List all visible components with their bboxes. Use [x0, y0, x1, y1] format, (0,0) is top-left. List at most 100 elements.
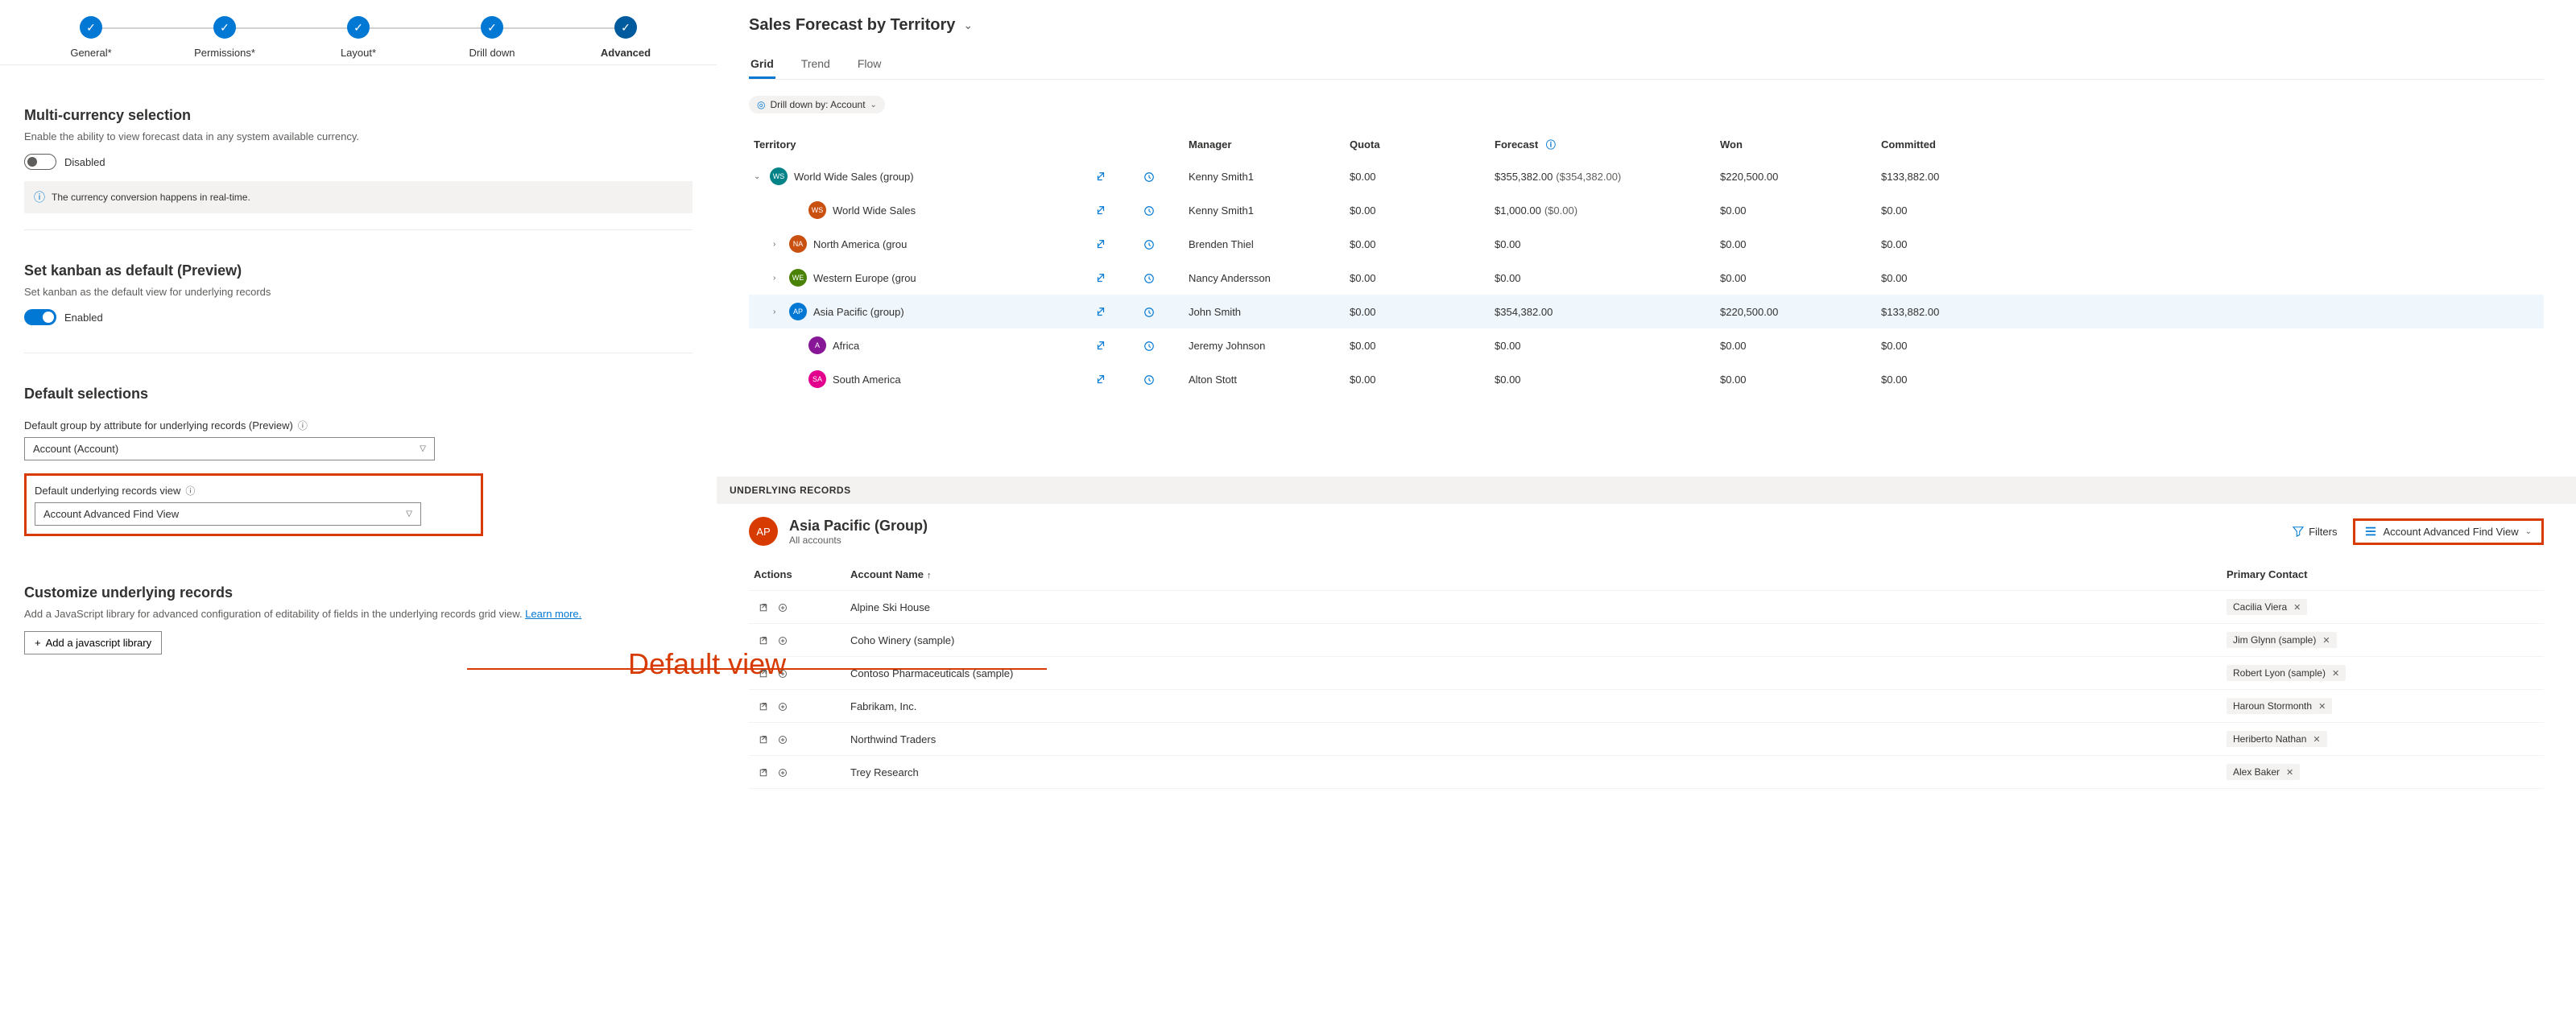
record-row[interactable]: Fabrikam, Inc.Haroun Stormonth✕	[749, 690, 2544, 723]
col-quota[interactable]: Quota	[1345, 130, 1490, 159]
add-icon[interactable]	[773, 733, 792, 745]
remove-icon[interactable]: ✕	[2313, 734, 2320, 745]
history-icon[interactable]	[1140, 305, 1158, 317]
open-icon[interactable]	[754, 634, 773, 646]
step-drilldown[interactable]: ✓ Drill down	[425, 16, 559, 59]
history-icon[interactable]	[1140, 271, 1158, 283]
col-forecast[interactable]: Forecast	[1495, 138, 1538, 151]
contact-chip[interactable]: Jim Glynn (sample)✕	[2227, 632, 2337, 648]
contact-chip[interactable]: Cacilia Viera✕	[2227, 599, 2307, 615]
forecast-row[interactable]: SASouth AmericaAlton Stott$0.00$0.00$0.0…	[749, 362, 2544, 396]
select-value: Account Advanced Find View	[43, 508, 179, 520]
group-by-select[interactable]: Account (Account) ▽	[24, 437, 435, 460]
col-manager[interactable]: Manager	[1184, 130, 1345, 159]
expand-icon[interactable]: ⌄	[754, 172, 767, 181]
forecast-row[interactable]: ›NANorth America (grouBrenden Thiel$0.00…	[749, 227, 2544, 261]
tab-flow[interactable]: Flow	[856, 51, 883, 79]
section-title: Multi-currency selection	[24, 107, 693, 124]
add-javascript-button[interactable]: + Add a javascript library	[24, 631, 162, 654]
expand-icon[interactable]: ›	[773, 308, 786, 316]
col-territory[interactable]: Territory	[749, 130, 1087, 159]
record-row[interactable]: Alpine Ski HouseCacilia Viera✕	[749, 591, 2544, 624]
contact-chip[interactable]: Heriberto Nathan✕	[2227, 731, 2327, 747]
open-icon[interactable]	[754, 667, 773, 679]
check-icon: ✓	[481, 16, 503, 39]
open-icon[interactable]	[754, 733, 773, 745]
committed-cell: $0.00	[1876, 362, 2544, 396]
forecast-row[interactable]: WSWorld Wide SalesKenny Smith1$0.00$1,00…	[749, 193, 2544, 227]
col-won[interactable]: Won	[1715, 130, 1876, 159]
step-layout[interactable]: ✓ Layout*	[292, 16, 425, 59]
open-icon[interactable]	[754, 700, 773, 712]
default-view-select[interactable]: Account Advanced Find View ▽	[35, 502, 421, 526]
info-icon[interactable]: ⓘ	[298, 419, 308, 432]
info-icon[interactable]: ⓘ	[1546, 139, 1556, 151]
toggle-label: Enabled	[64, 312, 103, 324]
share-icon[interactable]	[1092, 373, 1110, 385]
filters-button[interactable]: Filters	[2293, 526, 2337, 538]
add-icon[interactable]	[773, 634, 792, 646]
share-icon[interactable]	[1092, 305, 1110, 317]
filter-icon	[2293, 526, 2304, 537]
col-committed[interactable]: Committed	[1876, 130, 2544, 159]
history-icon[interactable]	[1140, 170, 1158, 182]
record-row[interactable]: Contoso Pharmaceuticals (sample)Robert L…	[749, 657, 2544, 690]
share-icon[interactable]	[1092, 271, 1110, 283]
contact-name: Haroun Stormonth	[2233, 700, 2312, 712]
record-row[interactable]: Northwind Traders Heriberto Nathan✕	[749, 723, 2544, 756]
remove-icon[interactable]: ✕	[2318, 701, 2326, 712]
remove-icon[interactable]: ✕	[2322, 635, 2330, 646]
avatar: WS	[808, 201, 826, 219]
record-row[interactable]: Coho Winery (sample)Jim Glynn (sample)✕	[749, 624, 2544, 657]
record-row[interactable]: Trey ResearchAlex Baker✕	[749, 756, 2544, 789]
tab-trend[interactable]: Trend	[800, 51, 832, 79]
remove-icon[interactable]: ✕	[2332, 668, 2339, 679]
add-icon[interactable]	[773, 766, 792, 778]
expand-icon[interactable]: ›	[773, 240, 786, 249]
chevron-down-icon[interactable]: ⌄	[963, 19, 973, 32]
territory-name: World Wide Sales	[833, 204, 916, 217]
forecast-row[interactable]: ›WEWestern Europe (grouNancy Andersson$0…	[749, 261, 2544, 295]
sort-up-icon: ↑	[927, 571, 932, 580]
add-icon[interactable]	[773, 700, 792, 712]
contact-chip[interactable]: Haroun Stormonth ✕	[2227, 698, 2332, 714]
won-cell: $0.00	[1715, 362, 1876, 396]
step-permissions[interactable]: ✓ Permissions*	[158, 16, 292, 59]
forecast-row[interactable]: ⌄WSWorld Wide Sales (group)Kenny Smith1$…	[749, 159, 2544, 193]
add-icon[interactable]	[773, 667, 792, 679]
open-icon[interactable]	[754, 601, 773, 613]
share-icon[interactable]	[1092, 204, 1110, 216]
share-icon[interactable]	[1092, 237, 1110, 250]
contact-chip[interactable]: Alex Baker✕	[2227, 764, 2300, 780]
col-contact[interactable]: Primary Contact	[2222, 559, 2544, 591]
history-icon[interactable]	[1140, 204, 1158, 216]
open-icon[interactable]	[754, 766, 773, 778]
remove-icon[interactable]: ✕	[2286, 767, 2293, 778]
drill-down-chip[interactable]: ◎ Drill down by: Account ⌄	[749, 96, 885, 114]
add-icon[interactable]	[773, 601, 792, 613]
forecast-row[interactable]: AAfricaJeremy Johnson$0.00$0.00$0.00$0.0…	[749, 328, 2544, 362]
history-icon[interactable]	[1140, 373, 1158, 385]
col-actions[interactable]: Actions	[749, 559, 846, 591]
expand-icon[interactable]: ›	[773, 274, 786, 283]
contact-chip[interactable]: Robert Lyon (sample)✕	[2227, 665, 2346, 681]
history-icon[interactable]	[1140, 237, 1158, 250]
tab-grid[interactable]: Grid	[749, 51, 775, 79]
share-icon[interactable]	[1092, 170, 1110, 182]
step-general[interactable]: ✓ General*	[24, 16, 158, 59]
forecast-cell: $0.00	[1490, 362, 1715, 396]
learn-more-link[interactable]: Learn more.	[525, 608, 581, 620]
col-account[interactable]: Account Name↑	[846, 559, 2222, 591]
view-selector[interactable]: Account Advanced Find View ⌄	[2353, 518, 2544, 545]
remove-icon[interactable]: ✕	[2293, 602, 2301, 613]
step-advanced[interactable]: ✓ Advanced	[559, 16, 693, 59]
multi-currency-toggle[interactable]	[24, 154, 56, 170]
history-icon[interactable]	[1140, 339, 1158, 351]
share-icon[interactable]	[1092, 339, 1110, 351]
account-name: Northwind Traders	[846, 723, 2222, 756]
forecast-row[interactable]: ›APAsia Pacific (group)John Smith$0.00$3…	[749, 295, 2544, 328]
committed-cell: $0.00	[1876, 328, 2544, 362]
info-icon[interactable]: ⓘ	[185, 484, 195, 497]
kanban-toggle[interactable]	[24, 309, 56, 325]
chevron-down-icon: ▽	[406, 510, 412, 518]
